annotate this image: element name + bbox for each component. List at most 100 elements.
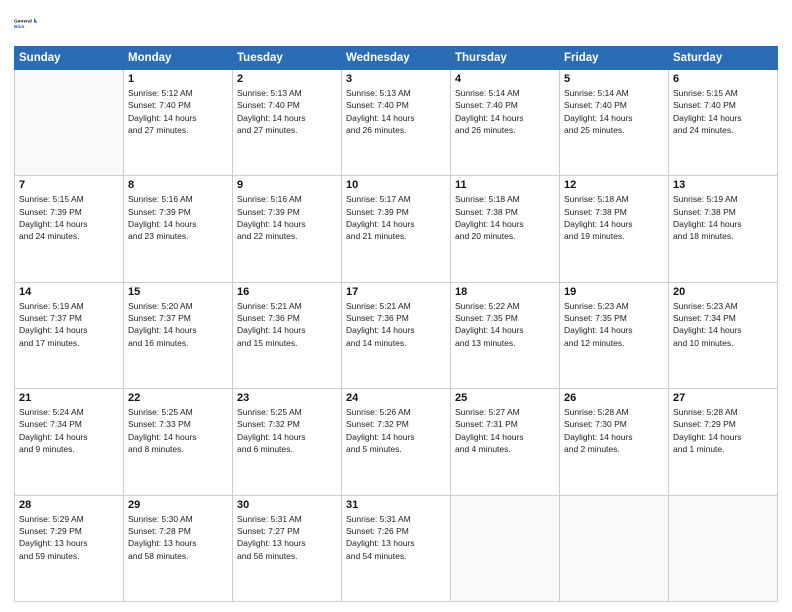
day-info: Sunrise: 5:25 AM Sunset: 7:33 PM Dayligh… <box>128 406 228 455</box>
day-info: Sunrise: 5:13 AM Sunset: 7:40 PM Dayligh… <box>346 87 446 136</box>
calendar-week-5: 28 Sunrise: 5:29 AM Sunset: 7:29 PM Dayli… <box>15 495 778 601</box>
calendar-cell: 4 Sunrise: 5:14 AM Sunset: 7:40 PM Daylig… <box>451 70 560 176</box>
day-info: Sunrise: 5:21 AM Sunset: 7:36 PM Dayligh… <box>346 300 446 349</box>
calendar-cell: 11 Sunrise: 5:18 AM Sunset: 7:38 PM Dayli… <box>451 176 560 282</box>
day-info: Sunrise: 5:17 AM Sunset: 7:39 PM Dayligh… <box>346 193 446 242</box>
calendar-cell: 31Sunrise: 5:31 AM Sunset: 7:26 PM Dayli… <box>342 495 451 601</box>
calendar-cell: 2 Sunrise: 5:13 AM Sunset: 7:40 PM Daylig… <box>233 70 342 176</box>
day-info: Sunrise: 5:21 AM Sunset: 7:36 PM Dayligh… <box>237 300 337 349</box>
calendar-cell: 23 Sunrise: 5:25 AM Sunset: 7:32 PM Dayli… <box>233 389 342 495</box>
day-info: Sunrise: 5:12 AM Sunset: 7:40 PM Dayligh… <box>128 87 228 136</box>
day-info: Sunrise: 5:13 AM Sunset: 7:40 PM Dayligh… <box>237 87 337 136</box>
calendar-cell: 25 Sunrise: 5:27 AM Sunset: 7:31 PM Dayli… <box>451 389 560 495</box>
day-number: 21 <box>19 392 119 404</box>
calendar-cell: 26 Sunrise: 5:28 AM Sunset: 7:30 PM Dayli… <box>560 389 669 495</box>
day-info: Sunrise: 5:31 AM Sunset: 7:27 PM Dayligh… <box>237 513 337 562</box>
weekday-header-saturday: Saturday <box>669 47 778 70</box>
day-number: 20 <box>673 286 773 298</box>
calendar-cell: 15 Sunrise: 5:20 AM Sunset: 7:37 PM Dayli… <box>124 282 233 388</box>
calendar-cell: 19Sunrise: 5:23 AM Sunset: 7:35 PM Dayli… <box>560 282 669 388</box>
calendar-cell: 13 Sunrise: 5:19 AM Sunset: 7:38 PM Dayli… <box>669 176 778 282</box>
calendar-cell: 9 Sunrise: 5:16 AM Sunset: 7:39 PM Daylig… <box>233 176 342 282</box>
calendar-cell: 8 Sunrise: 5:16 AM Sunset: 7:39 PM Daylig… <box>124 176 233 282</box>
day-number: 9 <box>237 179 337 191</box>
day-number: 10 <box>346 179 446 191</box>
day-number: 4 <box>455 73 555 85</box>
page-header: GeneralBlue <box>14 10 778 38</box>
calendar-cell: 1Sunrise: 5:12 AM Sunset: 7:40 PM Daylig… <box>124 70 233 176</box>
logo: GeneralBlue <box>14 10 42 38</box>
calendar-header: SundayMondayTuesdayWednesdayThursdayFrid… <box>15 47 778 70</box>
day-number: 16 <box>237 286 337 298</box>
day-info: Sunrise: 5:27 AM Sunset: 7:31 PM Dayligh… <box>455 406 555 455</box>
day-number: 27 <box>673 392 773 404</box>
day-number: 11 <box>455 179 555 191</box>
day-number: 18 <box>455 286 555 298</box>
day-info: Sunrise: 5:31 AM Sunset: 7:26 PM Dayligh… <box>346 513 446 562</box>
calendar-cell: 14 Sunrise: 5:19 AM Sunset: 7:37 PM Dayli… <box>15 282 124 388</box>
day-info: Sunrise: 5:15 AM Sunset: 7:40 PM Dayligh… <box>673 87 773 136</box>
weekday-header-tuesday: Tuesday <box>233 47 342 70</box>
calendar-cell <box>451 495 560 601</box>
calendar-cell: 3 Sunrise: 5:13 AM Sunset: 7:40 PM Daylig… <box>342 70 451 176</box>
weekday-header-wednesday: Wednesday <box>342 47 451 70</box>
day-info: Sunrise: 5:25 AM Sunset: 7:32 PM Dayligh… <box>237 406 337 455</box>
calendar-cell: 17 Sunrise: 5:21 AM Sunset: 7:36 PM Dayli… <box>342 282 451 388</box>
day-info: Sunrise: 5:16 AM Sunset: 7:39 PM Dayligh… <box>128 193 228 242</box>
weekday-header-friday: Friday <box>560 47 669 70</box>
calendar-cell: 28 Sunrise: 5:29 AM Sunset: 7:29 PM Dayli… <box>15 495 124 601</box>
day-number: 3 <box>346 73 446 85</box>
calendar-week-4: 21 Sunrise: 5:24 AM Sunset: 7:34 PM Dayli… <box>15 389 778 495</box>
calendar-cell: 12Sunrise: 5:18 AM Sunset: 7:38 PM Dayli… <box>560 176 669 282</box>
day-number: 24 <box>346 392 446 404</box>
calendar-cell: 10 Sunrise: 5:17 AM Sunset: 7:39 PM Dayli… <box>342 176 451 282</box>
day-number: 15 <box>128 286 228 298</box>
day-info: Sunrise: 5:23 AM Sunset: 7:35 PM Dayligh… <box>564 300 664 349</box>
svg-text:General: General <box>14 19 32 25</box>
day-info: Sunrise: 5:29 AM Sunset: 7:29 PM Dayligh… <box>19 513 119 562</box>
calendar-cell: 16 Sunrise: 5:21 AM Sunset: 7:36 PM Dayli… <box>233 282 342 388</box>
weekday-header-sunday: Sunday <box>15 47 124 70</box>
day-info: Sunrise: 5:16 AM Sunset: 7:39 PM Dayligh… <box>237 193 337 242</box>
calendar-cell: 20Sunrise: 5:23 AM Sunset: 7:34 PM Dayli… <box>669 282 778 388</box>
day-number: 8 <box>128 179 228 191</box>
calendar-cell: 30 Sunrise: 5:31 AM Sunset: 7:27 PM Dayli… <box>233 495 342 601</box>
weekday-header-monday: Monday <box>124 47 233 70</box>
day-number: 13 <box>673 179 773 191</box>
day-number: 14 <box>19 286 119 298</box>
calendar-cell <box>560 495 669 601</box>
calendar-cell: 29Sunrise: 5:30 AM Sunset: 7:28 PM Dayli… <box>124 495 233 601</box>
day-info: Sunrise: 5:20 AM Sunset: 7:37 PM Dayligh… <box>128 300 228 349</box>
calendar-cell: 18Sunrise: 5:22 AM Sunset: 7:35 PM Dayli… <box>451 282 560 388</box>
weekday-row: SundayMondayTuesdayWednesdayThursdayFrid… <box>15 47 778 70</box>
weekday-header-thursday: Thursday <box>451 47 560 70</box>
day-number: 22 <box>128 392 228 404</box>
day-number: 26 <box>564 392 664 404</box>
day-number: 7 <box>19 179 119 191</box>
calendar-week-1: 1Sunrise: 5:12 AM Sunset: 7:40 PM Daylig… <box>15 70 778 176</box>
calendar-cell: 7Sunrise: 5:15 AM Sunset: 7:39 PM Daylig… <box>15 176 124 282</box>
calendar-cell <box>669 495 778 601</box>
day-number: 23 <box>237 392 337 404</box>
day-info: Sunrise: 5:19 AM Sunset: 7:37 PM Dayligh… <box>19 300 119 349</box>
day-number: 29 <box>128 499 228 511</box>
day-info: Sunrise: 5:24 AM Sunset: 7:34 PM Dayligh… <box>19 406 119 455</box>
day-number: 30 <box>237 499 337 511</box>
calendar-cell: 27Sunrise: 5:28 AM Sunset: 7:29 PM Dayli… <box>669 389 778 495</box>
calendar-cell <box>15 70 124 176</box>
day-info: Sunrise: 5:18 AM Sunset: 7:38 PM Dayligh… <box>455 193 555 242</box>
day-number: 28 <box>19 499 119 511</box>
day-info: Sunrise: 5:26 AM Sunset: 7:32 PM Dayligh… <box>346 406 446 455</box>
day-number: 17 <box>346 286 446 298</box>
calendar-cell: 6Sunrise: 5:15 AM Sunset: 7:40 PM Daylig… <box>669 70 778 176</box>
day-info: Sunrise: 5:14 AM Sunset: 7:40 PM Dayligh… <box>455 87 555 136</box>
day-number: 12 <box>564 179 664 191</box>
day-number: 5 <box>564 73 664 85</box>
calendar-cell: 5 Sunrise: 5:14 AM Sunset: 7:40 PM Daylig… <box>560 70 669 176</box>
day-number: 25 <box>455 392 555 404</box>
day-info: Sunrise: 5:14 AM Sunset: 7:40 PM Dayligh… <box>564 87 664 136</box>
day-info: Sunrise: 5:28 AM Sunset: 7:30 PM Dayligh… <box>564 406 664 455</box>
day-info: Sunrise: 5:19 AM Sunset: 7:38 PM Dayligh… <box>673 193 773 242</box>
calendar-body: 1Sunrise: 5:12 AM Sunset: 7:40 PM Daylig… <box>15 70 778 602</box>
day-number: 2 <box>237 73 337 85</box>
